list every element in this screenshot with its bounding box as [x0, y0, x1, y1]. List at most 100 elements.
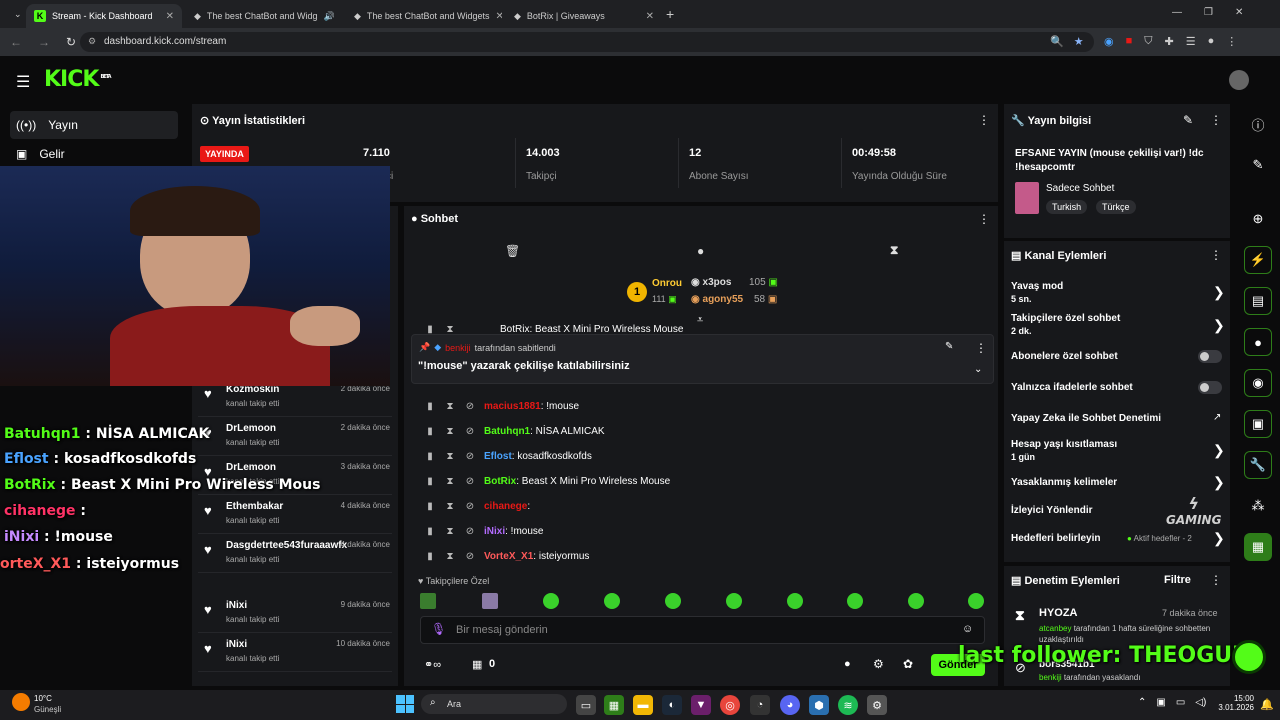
follower-name[interactable]: Dasgdetrtee543furaaawfx	[226, 540, 347, 551]
trash-icon[interactable]: ▮	[424, 451, 436, 462]
emote-icon[interactable]	[482, 593, 498, 609]
ban-icon[interactable]: ⊘	[464, 501, 476, 512]
wrench-icon[interactable]: 🔧	[1244, 451, 1272, 479]
address-bar[interactable]: dashboard.kick.com/stream	[80, 32, 1094, 52]
new-tab-button[interactable]: +	[666, 6, 674, 22]
info-icon[interactable]: ⓘ	[1244, 110, 1272, 138]
layout-icon[interactable]: ▣	[1244, 410, 1272, 438]
volume-icon[interactable]: ◁)	[1195, 697, 1206, 708]
ban-icon[interactable]: ⊘	[464, 551, 476, 562]
trash-icon[interactable]: ▮	[424, 526, 436, 537]
store-icon[interactable]: ▦	[472, 658, 482, 671]
app-tray-icon[interactable]: ▣	[1156, 697, 1165, 708]
chrome-icon[interactable]: ◎	[720, 695, 740, 715]
menu-icon[interactable]: ⋮	[1226, 35, 1237, 48]
trash-icon[interactable]: ▮	[424, 501, 436, 512]
profile-avatar-icon[interactable]: ●	[1208, 35, 1215, 48]
site-info-icon[interactable]: ⚙	[88, 36, 96, 47]
tab-close-icon[interactable]: ✕	[166, 11, 174, 22]
document-icon[interactable]: ▤	[1244, 287, 1272, 315]
channel-actions-more-icon[interactable]: ⋮	[1210, 248, 1222, 262]
emote-icon[interactable]	[604, 593, 620, 609]
taskbar-search[interactable]: Ara	[421, 694, 567, 714]
sidebar-item-gelir[interactable]: ▣ Gelir	[10, 140, 178, 168]
moderation-more-icon[interactable]: ⋮	[1210, 573, 1222, 587]
tab-botrix-chatbot-1[interactable]: ◆ The best ChatBot and Widg 🔊 ✕	[186, 4, 342, 28]
hourglass-icon[interactable]: ⧗	[890, 243, 898, 258]
tab-close-icon[interactable]: ✕	[341, 11, 342, 22]
chat-bubble-icon[interactable]: ●	[697, 244, 704, 258]
chevron-right-icon[interactable]: ❯	[1213, 474, 1225, 491]
network-icon[interactable]: ▭	[1176, 697, 1185, 708]
sidebar-item-yayin[interactable]: ((•)) Yayın	[10, 111, 178, 139]
ban-icon[interactable]: ⊘	[464, 426, 476, 437]
notification-bell-icon[interactable]: 🔔	[1260, 698, 1274, 711]
trash-icon[interactable]: ▮	[424, 401, 436, 412]
emoji-picker-icon[interactable]: ☺	[962, 623, 973, 635]
gear-icon[interactable]: ⚙	[873, 657, 884, 671]
steam-icon[interactable]: ◐	[662, 695, 682, 715]
windows-start-icon[interactable]	[396, 695, 414, 713]
tab-search-icon[interactable]: ⌄	[6, 6, 22, 22]
hourglass-icon[interactable]: ⧗	[444, 526, 456, 537]
emote-icon[interactable]	[726, 593, 742, 609]
app-icon[interactable]: ◔	[750, 695, 770, 715]
discord-icon[interactable]: ◕	[780, 695, 800, 715]
hourglass-icon[interactable]: ⧗	[444, 451, 456, 462]
tab-botrix-giveaways[interactable]: ◆ BotRix | Giveaways ✕	[506, 4, 662, 28]
category-name[interactable]: Sadece Sohbet	[1046, 183, 1114, 194]
trash-icon[interactable]: 🗑	[505, 244, 520, 258]
collapse-leaderboard-icon[interactable]: ⩡	[697, 314, 703, 327]
emotes-only-toggle[interactable]	[1198, 381, 1222, 394]
ai-moderation-row[interactable]: Yapay Zeka ile Sohbet Denetimi	[1011, 413, 1226, 424]
shield-icon[interactable]: ⛉	[1144, 35, 1152, 48]
microphone-icon[interactable]: 🎙	[431, 622, 446, 636]
edit-pencil-icon[interactable]: ✎	[1183, 113, 1193, 127]
chat-username[interactable]: macius1881	[484, 401, 541, 412]
trash-icon[interactable]: ▮	[424, 476, 436, 487]
tab-search-icon[interactable]: ☰	[1186, 35, 1196, 48]
emote-icon[interactable]	[968, 593, 984, 609]
chat-username[interactable]: cihanege	[484, 501, 527, 512]
chat-username[interactable]: Batuhqn1	[484, 426, 530, 437]
emote-icon[interactable]	[787, 593, 803, 609]
tab-close-icon[interactable]: ✕	[496, 11, 503, 22]
tag-chip[interactable]: Türkçe	[1096, 200, 1136, 214]
chat-username[interactable]: iNixi	[484, 526, 505, 537]
subscribers-only-toggle[interactable]	[1198, 350, 1222, 363]
account-age-row[interactable]: Hesap yaşı kısıtlaması	[1011, 439, 1226, 450]
bookmark-star-icon[interactable]: ★	[1074, 35, 1084, 48]
category-thumbnail[interactable]	[1015, 182, 1039, 214]
minimize-icon[interactable]: —	[1172, 7, 1182, 18]
extension-icon[interactable]: ■	[1126, 35, 1133, 48]
follower-name[interactable]: DrLemoon	[226, 423, 276, 434]
tab-kick-dashboard[interactable]: K Stream - Kick Dashboard ✕	[26, 4, 182, 28]
ban-icon[interactable]: ⊘	[464, 401, 476, 412]
chevron-right-icon[interactable]: ❯	[1213, 442, 1225, 459]
follower-name[interactable]: iNixi	[226, 639, 247, 650]
user-avatar[interactable]	[1229, 70, 1249, 90]
hourglass-icon[interactable]: ⧗	[444, 324, 456, 334]
stream-info-more-icon[interactable]: ⋮	[1210, 113, 1222, 127]
task-view-icon[interactable]: ▭	[576, 695, 596, 715]
ban-icon[interactable]: ⊘	[464, 476, 476, 487]
app-icon[interactable]: ▦	[1244, 533, 1272, 561]
bolt-icon[interactable]: ⚡	[1244, 246, 1272, 274]
reload-icon[interactable]: ↻	[66, 35, 76, 49]
hourglass-icon[interactable]: ⧗	[444, 551, 456, 562]
pinned-more-icon[interactable]: ⋮	[975, 341, 987, 355]
emote-icon[interactable]	[847, 593, 863, 609]
spotify-icon[interactable]: ≋	[838, 695, 858, 715]
extension-icon[interactable]: ◉	[1104, 35, 1114, 48]
follower-name[interactable]: iNixi	[226, 600, 247, 611]
chat-username[interactable]: Eflost	[484, 451, 512, 462]
file-explorer-icon[interactable]: ▬	[633, 695, 653, 715]
chat-username[interactable]: VorteX_X1	[484, 551, 533, 562]
minecraft-icon[interactable]: ▦	[604, 695, 624, 715]
weather-icon[interactable]	[12, 693, 30, 711]
chat-bubble-icon[interactable]: ●	[1244, 328, 1272, 356]
forward-icon[interactable]: →	[38, 35, 50, 49]
chevron-up-icon[interactable]: ⌃	[1138, 697, 1146, 708]
banned-words-row[interactable]: Yasaklanmış kelimeler	[1011, 477, 1226, 488]
hourglass-icon[interactable]: ⧗	[444, 426, 456, 437]
